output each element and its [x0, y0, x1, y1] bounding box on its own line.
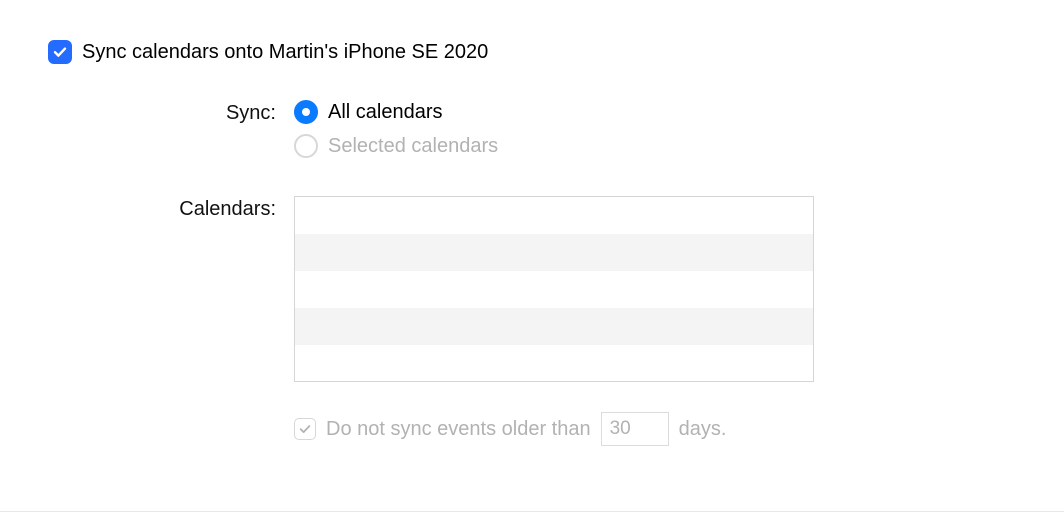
calendars-list-box[interactable] — [294, 196, 814, 382]
list-item — [295, 345, 813, 382]
list-item — [295, 271, 813, 308]
calendars-list-label: Calendars: — [48, 196, 294, 221]
check-icon — [52, 44, 68, 60]
radio-all-calendars[interactable] — [294, 100, 318, 124]
list-item — [295, 308, 813, 345]
sync-calendars-checkbox[interactable] — [48, 40, 72, 64]
sync-mode-label: Sync: — [48, 100, 294, 125]
list-item — [295, 197, 813, 234]
radio-all-calendars-label: All calendars — [328, 101, 443, 124]
older-events-suffix: days. — [679, 418, 727, 441]
older-events-prefix: Do not sync events older than — [326, 418, 591, 441]
older-events-checkbox[interactable] — [294, 418, 316, 440]
sync-calendars-label: Sync calendars onto Martin's iPhone SE 2… — [82, 41, 488, 64]
check-icon — [298, 422, 312, 436]
radio-selected-calendars[interactable] — [294, 134, 318, 158]
list-item — [295, 234, 813, 271]
older-days-input[interactable] — [601, 412, 669, 446]
radio-selected-calendars-label: Selected calendars — [328, 135, 498, 158]
divider — [0, 511, 1064, 512]
